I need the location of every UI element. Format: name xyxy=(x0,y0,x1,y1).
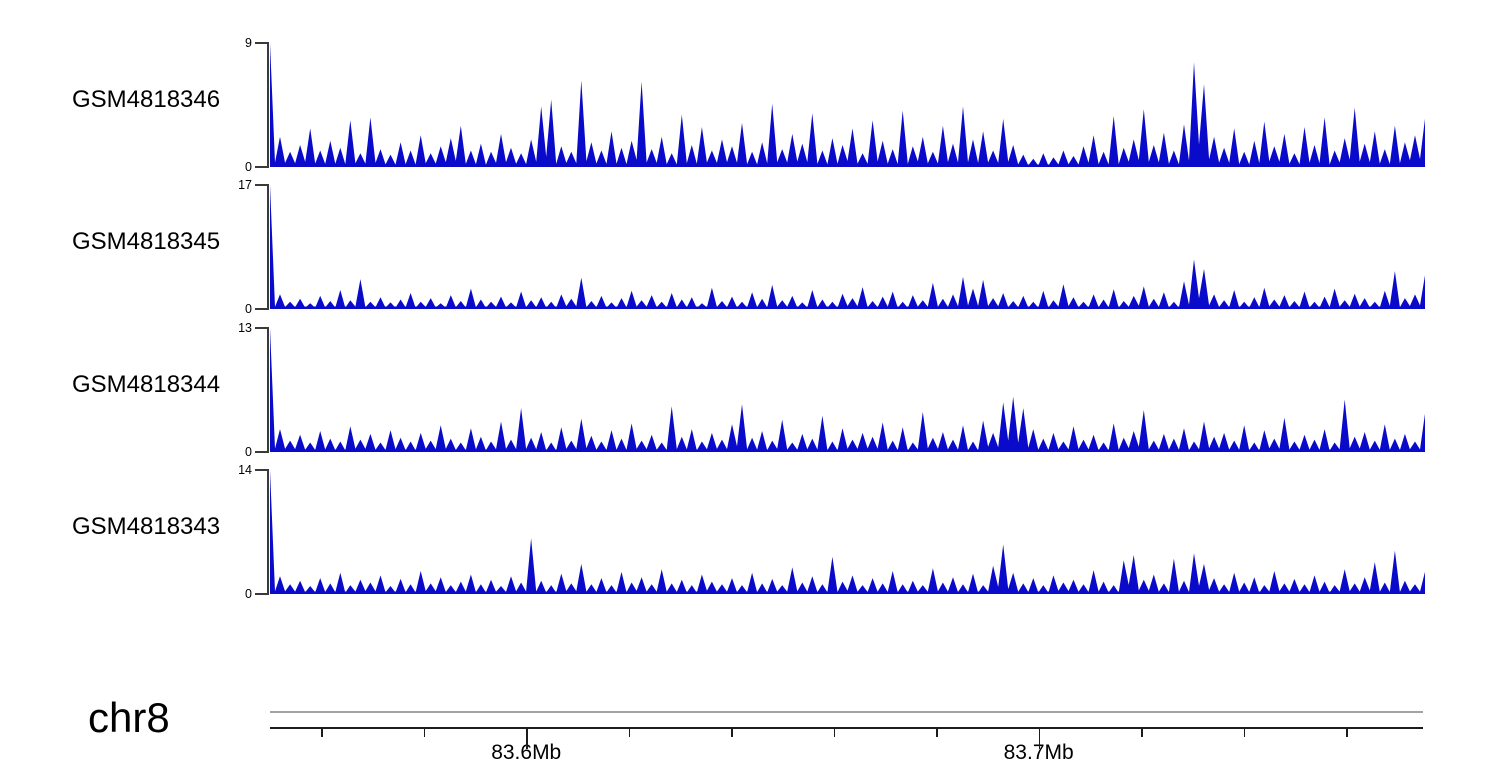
ruler-minor-tick xyxy=(424,729,426,737)
ruler-minor-tick xyxy=(834,729,836,737)
ruler-gray-line xyxy=(270,711,1423,713)
genome-browser-view: GSM4818346 9 0 GSM4818345 17 0 GSM481834… xyxy=(0,0,1500,780)
ruler-minor-tick xyxy=(1346,729,1348,737)
ruler-minor-tick xyxy=(321,729,323,737)
ruler-minor-tick xyxy=(936,729,938,737)
ruler-minor-tick xyxy=(1244,729,1246,737)
ruler-major-tick xyxy=(1039,729,1041,749)
ruler-minor-tick xyxy=(1141,729,1143,737)
ruler-axis-line xyxy=(270,727,1423,729)
chromosome-label: chr8 xyxy=(88,694,170,742)
ruler-minor-tick xyxy=(731,729,733,737)
ruler-minor-tick xyxy=(629,729,631,737)
ruler-major-tick xyxy=(526,729,528,749)
ruler: chr8 83.6Mb 83.7Mb xyxy=(0,0,1500,780)
